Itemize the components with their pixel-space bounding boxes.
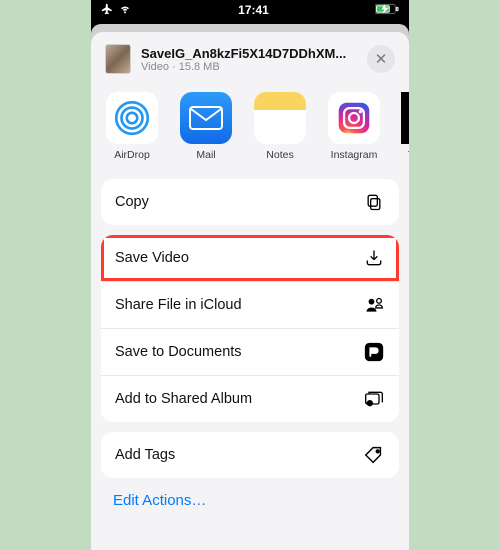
notes-icon bbox=[254, 92, 306, 144]
modal-underlay: SaveIG_An8kzFi5X14D7DDhXM... Video · 15.… bbox=[91, 24, 409, 550]
action-save-documents[interactable]: Save to Documents bbox=[101, 328, 399, 375]
action-label: Add to Shared Album bbox=[115, 391, 252, 407]
documents-app-icon bbox=[363, 341, 385, 363]
mail-icon bbox=[189, 106, 223, 130]
airdrop-icon bbox=[111, 97, 153, 139]
app-tiktok[interactable]: T bbox=[401, 92, 409, 161]
action-label: Save to Documents bbox=[115, 344, 242, 360]
action-save-video[interactable]: Save Video bbox=[101, 235, 399, 281]
file-thumbnail bbox=[105, 44, 131, 74]
action-label: Copy bbox=[115, 194, 149, 210]
wifi-icon bbox=[118, 3, 132, 17]
action-share-icloud[interactable]: Share File in iCloud bbox=[101, 281, 399, 328]
share-targets-row: AirDrop Mail Notes Instagram bbox=[91, 88, 409, 179]
file-name: SaveIG_An8kzFi5X14D7DDhXM... bbox=[141, 46, 357, 61]
tag-icon bbox=[363, 444, 385, 466]
download-icon bbox=[363, 247, 385, 269]
shared-album-icon bbox=[363, 388, 385, 410]
close-button[interactable]: ✕ bbox=[367, 45, 395, 73]
clock: 17:41 bbox=[238, 3, 269, 17]
device-frame: 17:41 SaveIG_An8kzFi5X14D7DDhXM... Video… bbox=[91, 0, 409, 550]
close-icon: ✕ bbox=[375, 50, 388, 68]
app-mail[interactable]: Mail bbox=[179, 92, 233, 161]
instagram-icon bbox=[336, 100, 372, 136]
app-airdrop[interactable]: AirDrop bbox=[105, 92, 159, 161]
airplane-mode-icon bbox=[101, 3, 113, 18]
status-bar: 17:41 bbox=[91, 0, 409, 20]
copy-icon bbox=[363, 191, 385, 213]
app-instagram[interactable]: Instagram bbox=[327, 92, 381, 161]
action-add-tags[interactable]: Add Tags bbox=[101, 432, 399, 478]
icloud-share-icon bbox=[363, 294, 385, 316]
action-label: Save Video bbox=[115, 250, 189, 266]
share-sheet: SaveIG_An8kzFi5X14D7DDhXM... Video · 15.… bbox=[91, 32, 409, 550]
file-meta: Video · 15.8 MB bbox=[141, 61, 357, 73]
action-copy[interactable]: Copy bbox=[101, 179, 399, 225]
action-label: Add Tags bbox=[115, 447, 175, 463]
action-label: Share File in iCloud bbox=[115, 297, 242, 313]
file-info: SaveIG_An8kzFi5X14D7DDhXM... Video · 15.… bbox=[141, 46, 357, 73]
app-notes[interactable]: Notes bbox=[253, 92, 307, 161]
action-add-shared-album[interactable]: Add to Shared Album bbox=[101, 375, 399, 422]
battery-icon bbox=[375, 3, 399, 18]
edit-actions-link[interactable]: Edit Actions… bbox=[91, 478, 409, 523]
tiktok-icon bbox=[401, 92, 409, 144]
